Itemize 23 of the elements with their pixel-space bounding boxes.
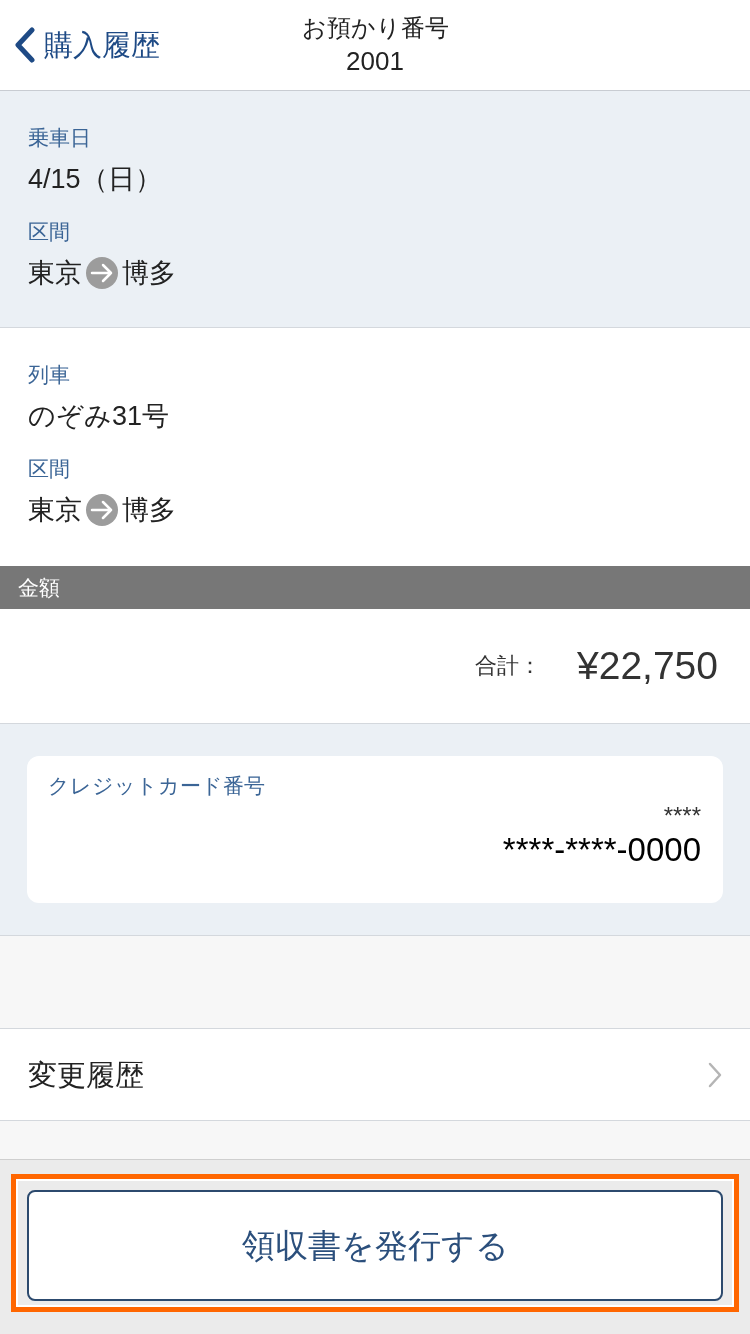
header-number: 2001	[346, 45, 404, 78]
section-heading: 金額	[18, 574, 60, 601]
total-amount: ¥22,750	[577, 643, 718, 689]
card-number: ****-****-0000	[502, 830, 701, 870]
arrow-right-icon	[86, 494, 118, 526]
field-label: 乗車日	[28, 125, 91, 151]
header-title: お預かり番号	[301, 13, 449, 43]
total-label: 合計：	[475, 652, 541, 680]
arrival-station: 博多	[122, 494, 176, 527]
field-label: 区間	[28, 456, 70, 482]
field-value: 4/15（日）	[28, 163, 162, 196]
issue-receipt-button[interactable]: 領収書を発行する	[27, 1190, 723, 1301]
field-value: のぞみ31号	[28, 400, 170, 433]
field-label: 列車	[28, 362, 70, 388]
arrow-right-icon	[86, 257, 118, 289]
chevron-right-icon	[708, 1061, 722, 1088]
field-label: 区間	[28, 219, 70, 245]
departure-station: 東京	[28, 494, 82, 527]
card-number-line: ****	[663, 802, 701, 830]
chevron-left-icon	[14, 27, 36, 63]
card-label: クレジットカード番号	[48, 773, 265, 799]
departure-station: 東京	[28, 257, 82, 290]
arrival-station: 博多	[122, 257, 176, 290]
